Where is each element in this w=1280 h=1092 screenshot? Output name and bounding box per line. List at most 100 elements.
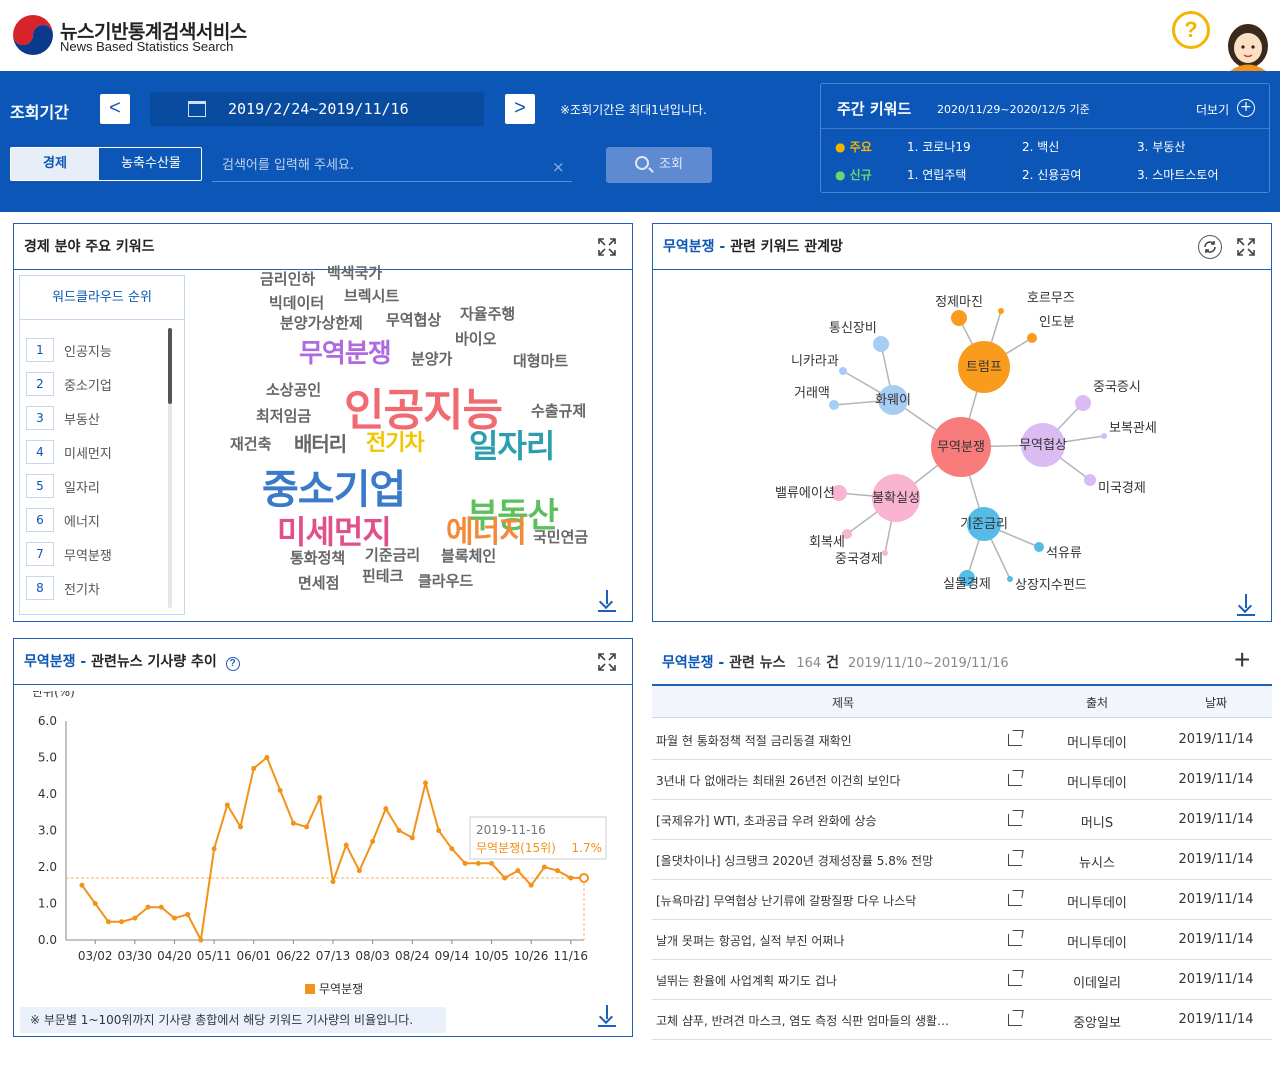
new-keyword-2[interactable]: 2. 신용공여 <box>1022 166 1081 183</box>
scrollbar-thumb[interactable] <box>168 328 172 404</box>
news-row[interactable]: 날개 못펴는 항공업, 실적 부진 어쩌나 머니투데이 2019/11/14 <box>652 920 1272 960</box>
cloud-word[interactable]: 무역협상 <box>386 309 441 330</box>
main-keyword-1[interactable]: 1. 코로나19 <box>907 138 971 155</box>
cloud-word[interactable]: 전기차 <box>366 425 425 457</box>
news-row[interactable]: [올댓차이나] 싱크탱크 2020년 경제성장률 5.8% 전망 뉴시스 2019/… <box>652 840 1272 880</box>
news-title[interactable]: 파월 현 통화정책 적절 금리동결 재확인 <box>656 732 996 749</box>
search-input[interactable] <box>212 150 572 182</box>
network-node[interactable] <box>1084 474 1096 486</box>
news-row[interactable]: 파월 현 통화정책 적절 금리동결 재확인 머니투데이 2019/11/14 <box>652 720 1272 760</box>
news-title[interactable]: [뉴욕마감] 무역협상 난기류에 갈팡질팡 다우 나스닥 <box>656 892 996 909</box>
network-node[interactable] <box>1101 433 1107 439</box>
cloud-word[interactable]: 소상공인 <box>266 379 321 400</box>
download-icon[interactable] <box>598 1005 616 1027</box>
download-icon[interactable] <box>1237 594 1255 616</box>
next-period-button[interactable]: > <box>505 94 535 124</box>
tab-economy[interactable]: 경제 <box>11 148 99 180</box>
rank-item[interactable]: 7 무역분쟁 <box>26 542 166 566</box>
cloud-word[interactable]: 수출규제 <box>531 400 586 421</box>
info-icon[interactable]: ? <box>225 657 240 671</box>
prev-period-button[interactable]: < <box>100 94 130 124</box>
cloud-word[interactable]: 면세점 <box>298 572 339 593</box>
rank-item[interactable]: 1 인공지능 <box>26 338 166 362</box>
clear-icon[interactable]: × <box>552 158 565 176</box>
weekly-more-link[interactable]: 더보기 <box>1196 101 1229 118</box>
network-node[interactable] <box>951 310 967 326</box>
rank-item[interactable]: 5 일자리 <box>26 474 166 498</box>
expand-icon[interactable] <box>597 652 617 672</box>
news-title[interactable]: 널뛰는 환율에 사업계획 짜기도 겁나 <box>656 972 996 989</box>
network-node[interactable] <box>1075 395 1091 411</box>
cloud-word[interactable]: 분양가 <box>411 348 452 369</box>
network-node[interactable] <box>1007 576 1013 582</box>
cloud-word[interactable]: 브렉시트 <box>344 285 399 306</box>
cloud-word[interactable]: 핀테크 <box>362 565 403 586</box>
cloud-word[interactable]: 재건축 <box>230 433 271 454</box>
cloud-word[interactable]: 무역분쟁 <box>299 333 392 370</box>
expand-icon[interactable] <box>597 237 617 257</box>
external-link-icon[interactable] <box>1008 854 1022 866</box>
news-row[interactable]: 널뛰는 환율에 사업계획 짜기도 겁나 이데일리 2019/11/14 <box>652 960 1272 1000</box>
weekly-more-plus-icon[interactable]: + <box>1237 99 1255 117</box>
rank-item[interactable]: 8 전기차 <box>26 576 166 600</box>
site-logo-icon[interactable] <box>12 14 54 56</box>
cloud-word[interactable]: 클라우드 <box>418 570 473 591</box>
cloud-word[interactable]: 최저임금 <box>256 405 311 426</box>
cloud-word[interactable]: 국민연금 <box>533 526 588 547</box>
network-node[interactable] <box>1027 333 1037 343</box>
news-title[interactable]: [국제유가] WTI, 초과공급 우려 완화에 상승 <box>656 812 996 829</box>
news-row[interactable]: 3년내 다 없애라는 최태원 26년전 이건희 보인다 머니투데이 2019/11/… <box>652 760 1272 800</box>
news-row[interactable]: [국제유가] WTI, 초과공급 우려 완화에 상승 머니S 2019/11/14 <box>652 800 1272 840</box>
query-button[interactable]: 조회 <box>606 147 712 183</box>
network-node[interactable] <box>839 367 847 375</box>
news-date: 2019/11/14 <box>1178 932 1254 947</box>
news-title[interactable]: 날개 못펴는 항공업, 실적 부진 어쩌나 <box>656 932 996 949</box>
new-keyword-1[interactable]: 1. 연립주택 <box>907 166 966 183</box>
network-node[interactable] <box>998 308 1004 314</box>
news-row[interactable]: 고체 샴푸, 반려견 마스크, 염도 측정 식판 엄마들의 생활… 중앙일보 201… <box>652 1000 1272 1040</box>
external-link-icon[interactable] <box>1008 814 1022 826</box>
cloud-word[interactable]: 백색국가 <box>327 262 382 283</box>
cloud-word[interactable]: 통화정책 <box>290 547 345 568</box>
network-node[interactable] <box>882 550 888 556</box>
external-link-icon[interactable] <box>1008 774 1022 786</box>
network-node[interactable] <box>873 336 889 352</box>
main-keyword-3[interactable]: 3. 부동산 <box>1137 138 1185 155</box>
date-range-picker[interactable]: 2019/2/24~2019/11/16 <box>150 92 484 126</box>
cloud-word[interactable]: 빅데이터 <box>269 292 324 313</box>
help-icon[interactable]: ? <box>1172 11 1210 49</box>
external-link-icon[interactable] <box>1008 734 1022 746</box>
expand-icon[interactable] <box>1236 237 1256 257</box>
refresh-icon[interactable] <box>1198 235 1222 259</box>
cloud-word[interactable]: 분양가상한제 <box>280 312 363 333</box>
tab-agriculture[interactable]: 농축수산물 <box>99 148 201 180</box>
rank-item[interactable]: 4 미세먼지 <box>26 440 166 464</box>
news-row[interactable]: [뉴욕마감] 무역협상 난기류에 갈팡질팡 다우 나스닥 머니투데이 2019/11… <box>652 880 1272 920</box>
cloud-word[interactable]: 자율주행 <box>460 303 515 324</box>
external-link-icon[interactable] <box>1008 1014 1022 1026</box>
news-title[interactable]: [올댓차이나] 싱크탱크 2020년 경제성장률 5.8% 전망 <box>656 852 996 869</box>
rank-item[interactable]: 2 중소기업 <box>26 372 166 396</box>
download-icon[interactable] <box>598 590 616 612</box>
network-node[interactable] <box>1034 542 1044 552</box>
rank-item[interactable]: 3 부동산 <box>26 406 166 430</box>
cloud-word[interactable]: 블록체인 <box>441 545 496 566</box>
external-link-icon[interactable] <box>1008 974 1022 986</box>
cloud-word[interactable]: 기준금리 <box>365 544 420 565</box>
network-node-label: 기준금리 <box>960 517 1008 532</box>
news-title[interactable]: 고체 샴푸, 반려견 마스크, 염도 측정 식판 엄마들의 생활… <box>656 1012 996 1029</box>
cloud-word[interactable]: 대형마트 <box>513 350 568 371</box>
cloud-word[interactable]: 일자리 <box>469 421 555 467</box>
external-link-icon[interactable] <box>1008 894 1022 906</box>
cloud-word[interactable]: 배터리 <box>294 428 347 457</box>
main-keyword-2[interactable]: 2. 백신 <box>1022 138 1059 155</box>
add-icon[interactable]: + <box>1234 644 1250 676</box>
cloud-word[interactable]: 바이오 <box>455 328 496 349</box>
cloud-word[interactable]: 금리인하 <box>260 268 315 289</box>
external-link-icon[interactable] <box>1008 934 1022 946</box>
rank-item[interactable]: 6 에너지 <box>26 508 166 532</box>
network-node[interactable] <box>829 400 839 410</box>
news-title[interactable]: 3년내 다 없애라는 최태원 26년전 이건희 보인다 <box>656 772 996 789</box>
new-keyword-3[interactable]: 3. 스마트스토어 <box>1137 166 1219 183</box>
network-node-label: 무역분쟁 <box>937 440 985 455</box>
